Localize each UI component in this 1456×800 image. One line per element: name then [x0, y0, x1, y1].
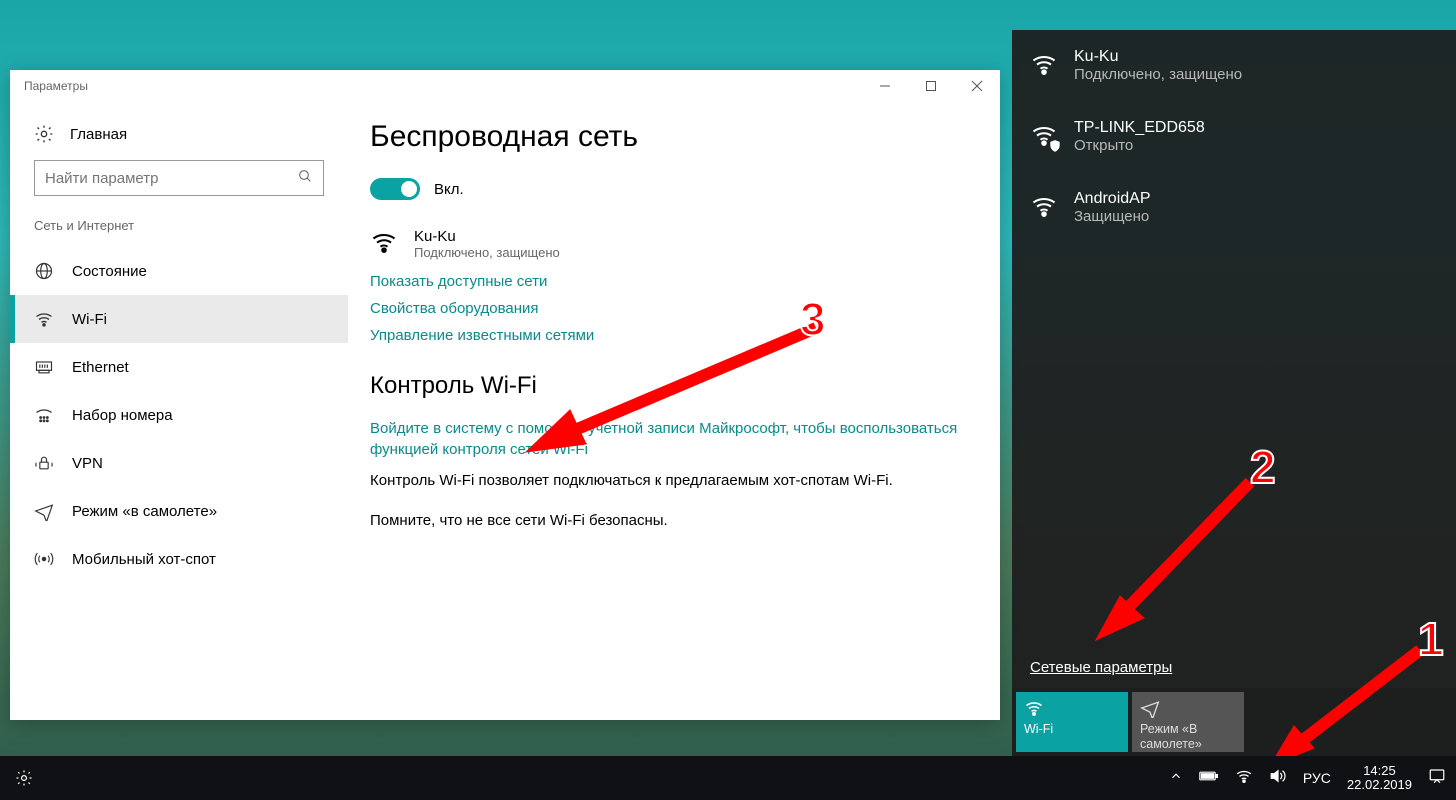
network-status: Подключено, защищено [1074, 66, 1242, 83]
wifi-icon [1030, 50, 1058, 78]
nav-label: Ethernet [72, 359, 129, 376]
network-name: TP-LINK_EDD658 [1074, 119, 1205, 137]
search-input[interactable] [45, 170, 297, 187]
search-icon [297, 168, 313, 189]
tray-battery-icon[interactable] [1199, 769, 1219, 788]
body-text-1: Контроль Wi-Fi позволяет подключаться к … [370, 470, 978, 492]
link-ms-signin[interactable]: Войдите в систему с помощью учетной запи… [370, 418, 978, 460]
search-box[interactable] [34, 160, 324, 196]
nav-dialup[interactable]: Набор номера [10, 391, 348, 439]
tray-chevron-icon[interactable] [1169, 769, 1183, 788]
network-name: AndroidAP [1074, 190, 1151, 208]
dialup-icon [34, 405, 54, 425]
tile-label: Режим «В самолете» [1140, 722, 1236, 752]
connected-network-status: Подключено, защищено [414, 245, 560, 260]
wifi-icon [1030, 192, 1058, 220]
flyout-network-item[interactable]: Ku-Ku Подключено, защищено [1012, 30, 1456, 101]
wifi-toggle[interactable] [370, 178, 420, 200]
nav-hotspot[interactable]: Мобильный хот-спот [10, 535, 348, 583]
tray-wifi-icon[interactable] [1235, 767, 1253, 790]
airplane-icon [34, 501, 54, 521]
tray-language[interactable]: РУС [1303, 770, 1331, 786]
network-name: Ku-Ku [1074, 48, 1242, 66]
section-label: Сеть и Интернет [10, 214, 348, 247]
tile-wifi[interactable]: Wi-Fi [1016, 692, 1128, 752]
subheading: Контроль Wi-Fi [370, 372, 978, 400]
network-flyout: Ku-Ku Подключено, защищено TP-LINK_EDD65… [1012, 30, 1456, 756]
settings-window: Параметры Главная Сеть [10, 70, 1000, 720]
gear-icon [34, 124, 54, 144]
taskbar: РУС 14:25 22.02.2019 [0, 756, 1456, 800]
body-text-2: Помните, что не все сети Wi-Fi безопасны… [370, 510, 978, 532]
wifi-icon [34, 309, 54, 329]
nav-airplane[interactable]: Режим «в самолете» [10, 487, 348, 535]
nav-label: Мобильный хот-спот [72, 551, 216, 568]
network-status: Открыто [1074, 137, 1205, 154]
wifi-icon [1024, 698, 1120, 722]
home-button[interactable]: Главная [10, 120, 348, 160]
nav-wifi[interactable]: Wi-Fi [10, 295, 348, 343]
flyout-network-item[interactable]: TP-LINK_EDD658 Открыто [1012, 101, 1456, 172]
vpn-icon [34, 453, 54, 473]
nav-label: Режим «в самолете» [72, 503, 217, 520]
ethernet-icon [34, 357, 54, 377]
nav-ethernet[interactable]: Ethernet [10, 343, 348, 391]
nav-status[interactable]: Состояние [10, 247, 348, 295]
settings-content: Беспроводная сеть Вкл. Ku-Ku Подключено,… [348, 102, 1000, 720]
flyout-network-item[interactable]: AndroidAP Защищено [1012, 172, 1456, 243]
nav-label: Wi-Fi [72, 311, 107, 328]
title-bar: Параметры [10, 70, 1000, 102]
content-heading: Беспроводная сеть [370, 120, 978, 154]
toggle-label: Вкл. [434, 181, 464, 198]
start-button[interactable] [2, 756, 46, 800]
link-manage-networks[interactable]: Управление известными сетями [370, 327, 978, 344]
connected-network-name: Ku-Ku [414, 228, 560, 245]
nav-label: Набор номера [72, 407, 173, 424]
quick-actions: Wi-Fi Режим «В самолете» [1012, 688, 1456, 756]
tile-airplane[interactable]: Режим «В самолете» [1132, 692, 1244, 752]
link-show-networks[interactable]: Показать доступные сети [370, 273, 978, 290]
close-button[interactable] [954, 70, 1000, 102]
wifi-open-icon [1030, 121, 1058, 149]
tray-notifications-icon[interactable] [1428, 767, 1446, 790]
home-label: Главная [70, 126, 127, 143]
airplane-icon [1140, 698, 1236, 722]
nav-vpn[interactable]: VPN [10, 439, 348, 487]
tray-volume-icon[interactable] [1269, 767, 1287, 790]
tray-time: 14:25 [1347, 764, 1412, 778]
link-hardware[interactable]: Свойства оборудования [370, 300, 978, 317]
globe-icon [34, 261, 54, 281]
network-status: Защищено [1074, 208, 1151, 225]
nav-label: VPN [72, 455, 103, 472]
tray-date: 22.02.2019 [1347, 778, 1412, 792]
network-settings-link[interactable]: Сетевые параметры [1012, 649, 1456, 688]
tray-clock[interactable]: 14:25 22.02.2019 [1347, 764, 1412, 793]
hotspot-icon [34, 549, 54, 569]
minimize-button[interactable] [862, 70, 908, 102]
window-title: Параметры [24, 79, 862, 93]
maximize-button[interactable] [908, 70, 954, 102]
settings-sidebar: Главная Сеть и Интернет Состояние Wi-Fi [10, 102, 348, 720]
tile-label: Wi-Fi [1024, 722, 1120, 737]
wifi-icon [370, 228, 398, 261]
wifi-status-row: Ku-Ku Подключено, защищено [370, 228, 978, 261]
nav-label: Состояние [72, 263, 147, 280]
